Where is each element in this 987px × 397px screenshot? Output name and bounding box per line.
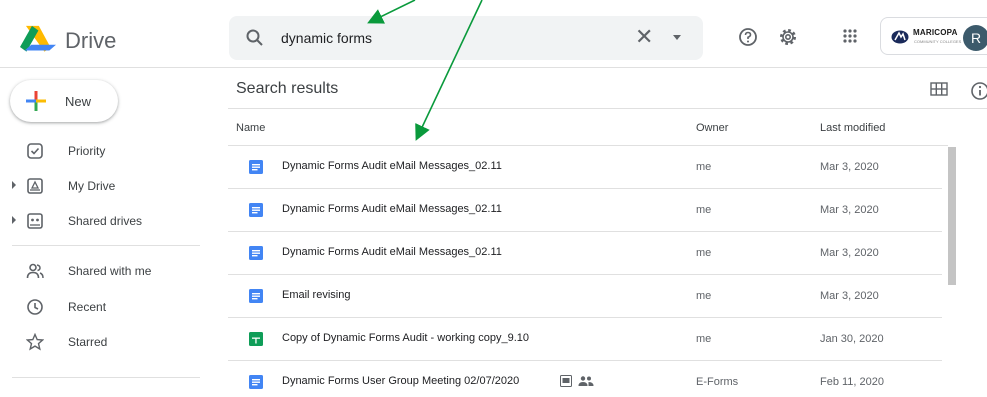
google-docs-icon [249,203,263,217]
google-sheets-icon [249,332,263,346]
grid-view-icon[interactable] [930,82,948,96]
file-name[interactable]: Copy of Dynamic Forms Audit - working co… [282,332,529,344]
maricopa-logo-icon [891,30,909,44]
file-last-modified: Mar 3, 2020 [820,204,879,216]
clock-icon [27,299,43,315]
search-input[interactable]: dynamic forms [281,30,372,46]
new-button-label: New [65,94,92,109]
file-owner: E-Forms [696,376,739,388]
sidebar-item-label: Priority [68,144,106,158]
settings-gear-icon[interactable] [778,27,798,47]
sidebar-divider [12,245,200,246]
file-last-modified: Mar 3, 2020 [820,290,879,302]
file-row[interactable]: Email revising me Mar 3, 2020 [228,275,942,318]
expand-arrow-icon[interactable] [12,181,16,189]
file-owner: me [696,333,712,345]
plus-icon [26,91,46,111]
file-last-modified: Jan 30, 2020 [820,333,884,345]
google-docs-icon [249,375,263,389]
file-last-modified: Feb 11, 2020 [820,376,885,388]
shared-icon [578,376,594,386]
star-icon [26,333,44,351]
avatar[interactable]: R [963,25,987,51]
file-row[interactable]: Dynamic Forms Audit eMail Messages_02.11… [228,189,942,232]
my-drive-icon [27,178,43,194]
search-bar[interactable]: dynamic forms ✕ [229,16,703,60]
shared-drives-icon [27,213,43,229]
sidebar-item-starred[interactable]: Starred [0,327,215,357]
file-row[interactable]: Dynamic Forms Audit eMail Messages_02.11… [228,232,942,275]
sidebar-item-label: Shared drives [68,214,143,228]
column-header-name[interactable]: Name [236,122,265,134]
file-name[interactable]: Dynamic Forms Audit eMail Messages_02.11 [282,246,502,258]
file-name[interactable]: Dynamic Forms Audit eMail Messages_02.11 [282,160,502,172]
file-row[interactable]: Dynamic Forms User Group Meeting 02/07/2… [228,361,942,397]
google-docs-icon [249,289,263,303]
sidebar-item-label: Starred [68,335,108,349]
search-icon[interactable] [245,28,265,48]
top-bar: Drive dynamic forms ✕ MARICOPA COMMUNITY… [0,0,987,68]
slides-icon [560,375,572,387]
file-owner: me [696,247,712,259]
file-name[interactable]: Email revising [282,289,350,301]
file-row[interactable]: Dynamic Forms Audit eMail Messages_02.11… [228,146,942,189]
page-title: Search results [236,80,339,97]
sidebar-item-label: Shared with me [68,264,152,278]
header-divider [228,108,987,109]
file-owner: me [696,161,712,173]
sidebar-item-label: Recent [68,300,107,314]
file-last-modified: Mar 3, 2020 [820,247,879,259]
new-button[interactable]: New [10,80,118,122]
file-owner: me [696,204,712,216]
column-header-owner: Owner [696,122,729,134]
clear-search-icon[interactable]: ✕ [635,26,653,48]
org-subtitle: COMMUNITY COLLEGES [914,39,962,44]
sidebar-item-shared-with-me[interactable]: Shared with me [0,256,215,286]
app-name[interactable]: Drive [65,28,116,54]
file-owner: me [696,290,712,302]
priority-icon [27,143,43,159]
sidebar-divider [12,377,200,378]
file-name[interactable]: Dynamic Forms Audit eMail Messages_02.11 [282,203,502,215]
sidebar-item-recent[interactable]: Recent [0,292,215,322]
help-icon[interactable] [738,27,758,47]
sidebar-item-priority[interactable]: Priority [0,136,215,166]
drive-logo-icon[interactable] [18,24,58,56]
apps-grid-icon[interactable] [842,28,858,44]
file-row[interactable]: Copy of Dynamic Forms Audit - working co… [228,318,942,361]
google-docs-icon [249,246,263,260]
file-last-modified: Mar 3, 2020 [820,161,879,173]
file-name[interactable]: Dynamic Forms User Group Meeting 02/07/2… [282,375,519,387]
sidebar-item-my-drive[interactable]: My Drive [0,171,215,201]
org-name: MARICOPA [913,28,958,37]
search-options-icon[interactable] [673,35,681,40]
google-docs-icon [249,160,263,174]
column-header-last-modified[interactable]: Last modified [820,122,885,134]
expand-arrow-icon[interactable] [12,216,16,224]
account-switcher[interactable]: MARICOPA COMMUNITY COLLEGES R [880,17,987,55]
sidebar-item-shared-drives[interactable]: Shared drives [0,206,215,236]
info-icon[interactable] [970,81,987,101]
shared-with-me-icon [26,263,44,279]
scrollbar-thumb[interactable] [948,147,956,285]
sidebar-item-label: My Drive [68,179,116,193]
